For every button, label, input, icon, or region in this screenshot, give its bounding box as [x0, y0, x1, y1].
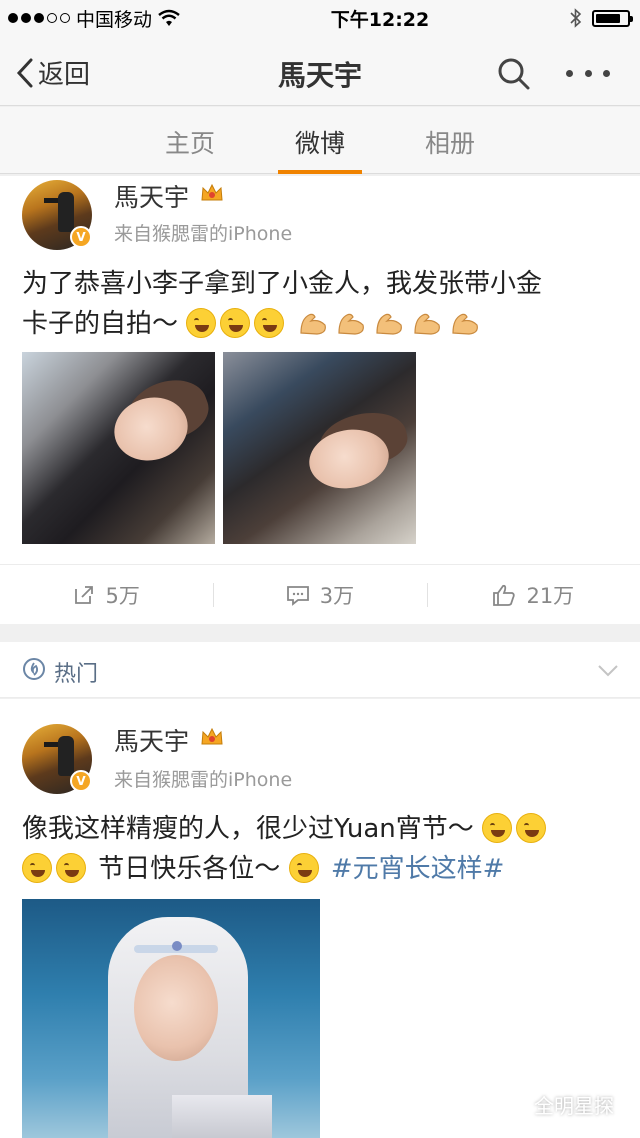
- tab-album[interactable]: 相册: [402, 124, 498, 160]
- status-time: 下午12:22: [330, 8, 430, 31]
- comment-count: 3万: [319, 583, 355, 608]
- verified-badge-icon: V: [70, 770, 92, 792]
- flexed-biceps-emoji-icon: [299, 313, 326, 335]
- active-tab-indicator: [278, 170, 362, 174]
- signal-strength-icon: [8, 13, 70, 23]
- hot-icon: [23, 658, 45, 680]
- navigation-bar: 返回 馬天宇: [0, 36, 640, 106]
- more-button[interactable]: [566, 56, 610, 90]
- post-photo[interactable]: [22, 899, 320, 1138]
- page-title: 馬天宇: [277, 59, 362, 92]
- profile-tabs: 主页 微博 相册: [0, 107, 640, 174]
- post-text-segment: 像我这样精瘦的人，很少过Yuan宵节～: [22, 814, 474, 844]
- chevron-down-icon[interactable]: [596, 658, 620, 682]
- post-author[interactable]: 馬天宇: [114, 178, 189, 214]
- post-text-line-2: 卡子的自拍～: [22, 304, 618, 344]
- wechat-icon: [501, 1094, 527, 1114]
- post-text-segment: 节日快乐各位～: [98, 854, 281, 884]
- post-actions: 5万 3万 21万: [0, 564, 640, 624]
- laugh-cry-emoji-icon: [186, 308, 217, 338]
- hot-label: 热门: [54, 662, 99, 687]
- crown-icon: [201, 183, 223, 201]
- post-text: 像我这样精瘦的人，很少过Yuan宵节～ 节日快乐各位～ #元宵长这样#: [22, 809, 618, 889]
- comment-button[interactable]: 3万: [213, 565, 426, 624]
- post-text-segment: 卡子的自拍～: [22, 309, 179, 339]
- weibo-post[interactable]: V 馬天宇 来自猴腮雷的iPhone 像我这样精瘦的人，很少过Yuan宵节～ 节…: [0, 699, 640, 1138]
- laugh-cry-emoji-icon: [220, 308, 251, 338]
- repost-icon: [75, 585, 94, 604]
- hashtag-link[interactable]: #元宵长这样#: [331, 854, 505, 884]
- like-icon: [493, 584, 516, 606]
- post-source: 来自猴腮雷的iPhone: [114, 769, 293, 791]
- weibo-post[interactable]: V 馬天宇 来自猴腮雷的iPhone 为了恭喜小李子拿到了小金人，我发张带小金 …: [0, 176, 640, 624]
- more-icon: [566, 69, 573, 77]
- flexed-biceps-emoji-icon: [375, 313, 402, 335]
- laugh-cry-emoji-icon: [56, 853, 86, 883]
- tab-weibo[interactable]: 微博: [272, 124, 368, 160]
- flexed-biceps-emoji-icon: [413, 313, 440, 335]
- post-source: 来自猴腮雷的iPhone: [114, 223, 293, 245]
- flexed-biceps-emoji-icon: [451, 313, 478, 335]
- laugh-cry-emoji-icon: [254, 308, 285, 338]
- post-photo[interactable]: [223, 352, 416, 544]
- bluetooth-icon: [570, 8, 582, 28]
- wifi-icon: [158, 9, 180, 26]
- post-author[interactable]: 馬天宇: [114, 722, 189, 758]
- tab-home[interactable]: 主页: [142, 124, 238, 160]
- laugh-cry-emoji-icon: [22, 853, 52, 883]
- flexed-biceps-emoji-icon: [337, 313, 364, 335]
- watermark: 全明星探: [500, 1090, 614, 1119]
- comment-icon: [286, 585, 309, 606]
- verified-badge-icon: V: [70, 226, 92, 248]
- battery-level: [596, 13, 620, 23]
- hot-section-header[interactable]: 热门: [0, 642, 640, 698]
- search-icon: [498, 58, 530, 90]
- carrier-name: 中国移动: [76, 8, 153, 31]
- search-button[interactable]: [494, 54, 534, 94]
- watermark-text: 全明星探: [534, 1094, 614, 1118]
- post-text-line-2: 节日快乐各位～ #元宵长这样#: [22, 849, 618, 889]
- crown-icon: [201, 727, 223, 745]
- laugh-cry-emoji-icon: [482, 813, 513, 843]
- post-text: 为了恭喜小李子拿到了小金人，我发张带小金 卡子的自拍～: [22, 264, 618, 344]
- battery-icon: [592, 9, 633, 27]
- post-text-line: 像我这样精瘦的人，很少过Yuan宵节～: [22, 809, 618, 849]
- like-button[interactable]: 21万: [426, 565, 640, 624]
- repost-count: 5万: [105, 583, 140, 608]
- like-count: 21万: [526, 583, 575, 608]
- status-bar: 中国移动 下午12:22: [0, 0, 640, 36]
- laugh-cry-emoji-icon: [516, 813, 547, 843]
- thinking-emoji-icon: [288, 853, 319, 883]
- post-text-line: 为了恭喜小李子拿到了小金人，我发张带小金: [22, 269, 543, 299]
- post-photo[interactable]: [22, 352, 215, 544]
- repost-button[interactable]: 5万: [0, 565, 213, 624]
